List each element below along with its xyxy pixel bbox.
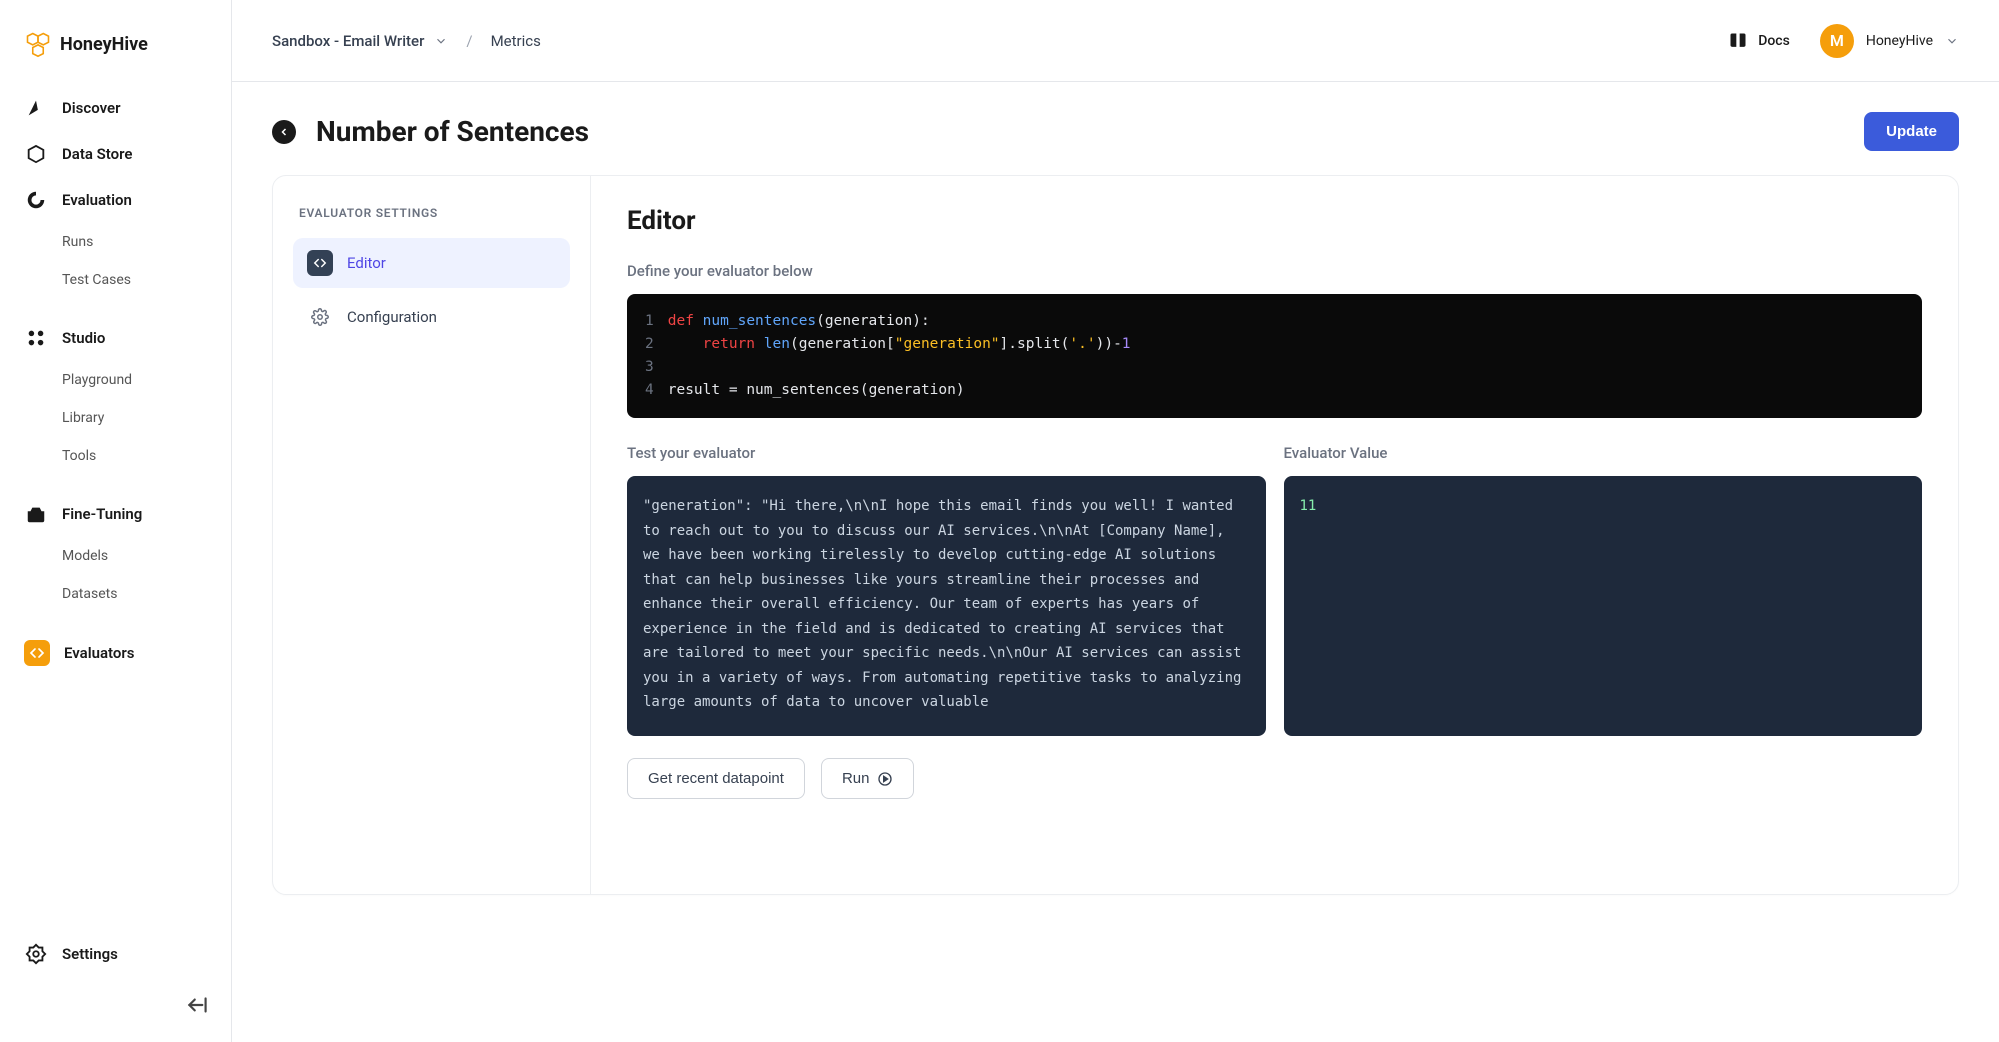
breadcrumb: Sandbox - Email Writer / Metrics [272, 32, 541, 50]
sidebar-item-label: Library [62, 410, 104, 426]
sidebar-item-label: Data Store [62, 145, 132, 163]
test-input-content: "generation": "Hi there,\n\nI hope this … [643, 498, 1241, 710]
button-label: Run [842, 770, 870, 787]
sidebar-item-studio[interactable]: Studio [12, 316, 219, 360]
test-input-panel[interactable]: "generation": "Hi there,\n\nI hope this … [627, 476, 1266, 736]
evaluator-value-panel: 11 [1284, 476, 1923, 736]
avatar-initial: M [1830, 31, 1844, 50]
code-gutter: 1234 [627, 310, 668, 402]
sidebar-item-discover[interactable]: Discover [12, 86, 219, 130]
page-header: Number of Sentences Update [232, 82, 1999, 175]
topbar: Sandbox - Email Writer / Metrics Docs M [232, 0, 1999, 82]
chart-ring-icon [24, 188, 48, 212]
sidebar-item-label: Runs [62, 234, 93, 250]
sidebar: HoneyHive Discover Data Store Evaluation [0, 0, 232, 1042]
sidebar-item-evaluation[interactable]: Evaluation [12, 178, 219, 222]
back-button[interactable] [272, 120, 296, 144]
sidebar-item-fine-tuning[interactable]: Fine-Tuning [12, 492, 219, 536]
gear-icon [307, 304, 333, 330]
settings-item-editor[interactable]: Editor [293, 238, 570, 288]
book-icon [1728, 31, 1748, 51]
evaluator-settings-sidebar: EVALUATOR SETTINGS Editor Configuration [273, 176, 591, 894]
code-editor[interactable]: 1234 def num_sentences(generation): retu… [627, 294, 1922, 418]
toolbox-icon [24, 502, 48, 526]
evaluator-value: 11 [1300, 498, 1317, 514]
play-circle-icon [877, 771, 893, 787]
sidebar-item-datasets[interactable]: Datasets [12, 576, 219, 612]
sidebar-item-datastore[interactable]: Data Store [12, 132, 219, 176]
run-button[interactable]: Run [821, 758, 915, 799]
sidebar-item-models[interactable]: Models [12, 538, 219, 574]
compass-icon [24, 96, 48, 120]
evaluator-value-label: Evaluator Value [1284, 444, 1923, 462]
test-input-label: Test your evaluator [627, 444, 1266, 462]
chevron-left-icon [278, 126, 290, 138]
sidebar-item-label: Fine-Tuning [62, 505, 142, 523]
chevron-down-icon [1945, 34, 1959, 48]
breadcrumb-separator: / [466, 32, 472, 50]
editor-title: Editor [627, 206, 1922, 236]
project-name: Sandbox - Email Writer [272, 32, 424, 50]
sidebar-item-evaluators[interactable]: Evaluators [12, 630, 219, 676]
docs-link[interactable]: Docs [1728, 31, 1790, 51]
settings-section-title: EVALUATOR SETTINGS [293, 206, 570, 220]
settings-item-label: Configuration [347, 308, 437, 326]
sidebar-item-label: Evaluation [62, 191, 132, 209]
honeycomb-icon [24, 30, 52, 58]
docs-label: Docs [1758, 33, 1790, 49]
sidebar-item-label: Discover [62, 99, 120, 117]
sidebar-item-settings[interactable]: Settings [12, 932, 219, 976]
grid-dots-icon [24, 326, 48, 350]
sidebar-item-playground[interactable]: Playground [12, 362, 219, 398]
update-button[interactable]: Update [1864, 112, 1959, 151]
page-title: Number of Sentences [316, 115, 589, 148]
settings-item-configuration[interactable]: Configuration [293, 292, 570, 342]
code-icon [307, 250, 333, 276]
settings-icon [24, 942, 48, 966]
sidebar-item-label: Playground [62, 372, 132, 388]
user-menu[interactable]: M HoneyHive [1820, 24, 1959, 58]
button-label: Get recent datapoint [648, 770, 784, 787]
settings-item-label: Editor [347, 254, 386, 272]
sidebar-item-tools[interactable]: Tools [12, 438, 219, 474]
cube-icon [24, 142, 48, 166]
user-name: HoneyHive [1866, 33, 1933, 49]
editor-panel: Editor Define your evaluator below 1234 … [591, 176, 1958, 894]
sidebar-item-label: Datasets [62, 586, 117, 602]
sidebar-item-label: Test Cases [62, 272, 131, 288]
sidebar-collapse-button[interactable] [0, 976, 231, 1022]
breadcrumb-current[interactable]: Metrics [491, 32, 541, 50]
chevron-down-icon [434, 34, 448, 48]
brand-logo[interactable]: HoneyHive [0, 20, 231, 86]
sidebar-item-test-cases[interactable]: Test Cases [12, 262, 219, 298]
collapse-left-icon [185, 992, 211, 1018]
project-selector[interactable]: Sandbox - Email Writer [272, 32, 448, 50]
get-recent-datapoint-button[interactable]: Get recent datapoint [627, 758, 805, 799]
sidebar-item-label: Evaluators [64, 644, 135, 662]
avatar: M [1820, 24, 1854, 58]
sidebar-item-library[interactable]: Library [12, 400, 219, 436]
sidebar-item-label: Settings [62, 945, 118, 963]
code-icon [24, 640, 50, 666]
main-content: Sandbox - Email Writer / Metrics Docs M [232, 0, 1999, 1042]
evaluator-card: EVALUATOR SETTINGS Editor Configuration … [272, 175, 1959, 895]
sidebar-item-label: Tools [62, 448, 96, 464]
code-content: def num_sentences(generation): return le… [668, 310, 1922, 402]
sidebar-item-runs[interactable]: Runs [12, 224, 219, 260]
brand-name: HoneyHive [60, 34, 148, 55]
sidebar-item-label: Models [62, 548, 108, 564]
sidebar-item-label: Studio [62, 329, 105, 347]
primary-nav: Discover Data Store Evaluation Runs Test… [0, 86, 231, 932]
editor-helper-text: Define your evaluator below [627, 262, 1922, 280]
